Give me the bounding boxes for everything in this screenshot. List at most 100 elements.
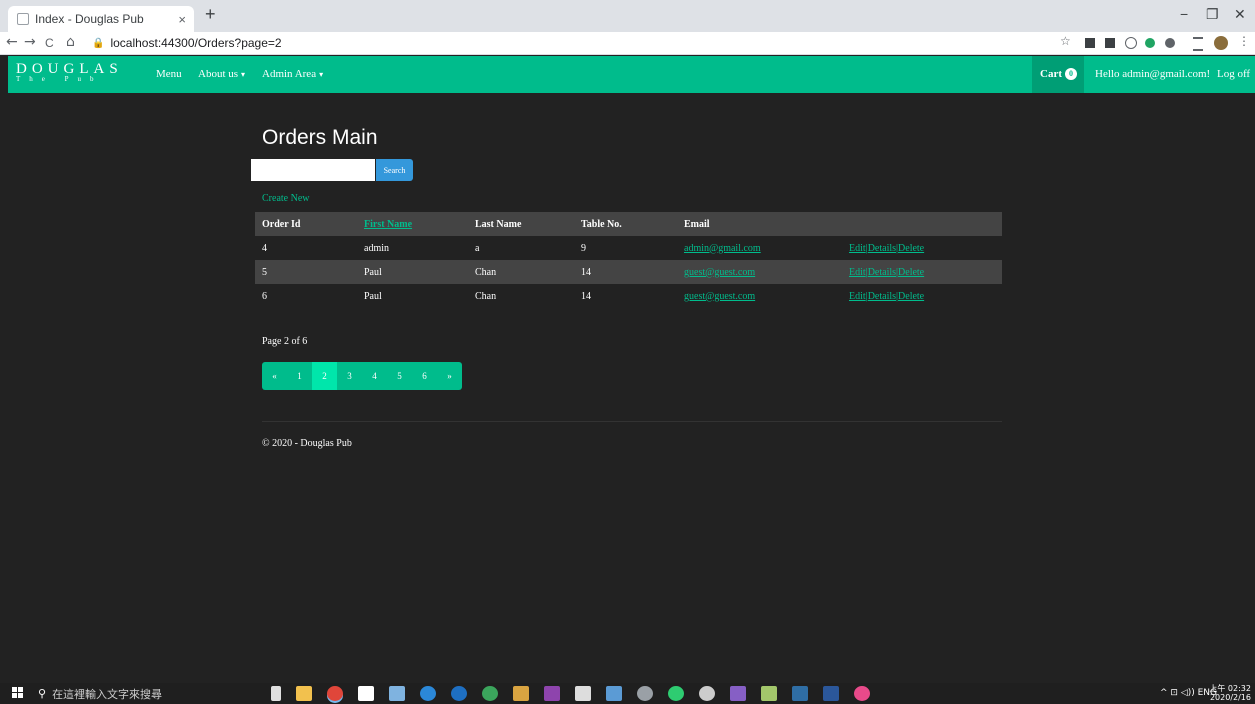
app-icon[interactable] bbox=[668, 686, 684, 701]
nav-logoff[interactable]: Log off bbox=[1217, 68, 1250, 80]
nav-hello-user[interactable]: Hello admin@gmail.com! bbox=[1095, 68, 1210, 80]
taskbar-apps bbox=[268, 686, 885, 701]
delete-link[interactable]: Delete bbox=[898, 267, 924, 278]
col-order-id: Order Id bbox=[255, 212, 357, 236]
steam-icon[interactable] bbox=[637, 686, 653, 701]
pager-page-5[interactable]: 5 bbox=[387, 362, 412, 390]
details-link[interactable]: Details bbox=[868, 291, 896, 302]
cell-table-no: 9 bbox=[581, 242, 586, 254]
extension-icon[interactable] bbox=[1085, 38, 1095, 48]
nav-menu[interactable]: Menu bbox=[156, 68, 182, 80]
menu-icon[interactable]: ⋮ bbox=[1238, 34, 1250, 48]
new-tab-icon[interactable]: + bbox=[205, 4, 216, 25]
table-header-row: Order Id First Name Last Name Table No. … bbox=[255, 212, 1002, 236]
cell-actions: Edit|Details|Delete bbox=[842, 236, 1002, 260]
app-icon[interactable] bbox=[544, 686, 560, 701]
forward-icon[interactable]: → bbox=[24, 34, 36, 50]
extension-icon[interactable] bbox=[1125, 37, 1137, 49]
nav-admin-label: Admin Area bbox=[262, 68, 317, 80]
cell-order-id: 4 bbox=[262, 242, 267, 254]
extension-icon[interactable] bbox=[1165, 38, 1175, 48]
address-bar-row: ← → C ⌂ 🔒 localhost:44300/Orders?page=2 … bbox=[0, 32, 1255, 55]
minimize-icon[interactable]: − bbox=[1180, 6, 1188, 22]
cart-count-badge: 0 bbox=[1065, 68, 1077, 81]
create-new-link[interactable]: Create New bbox=[262, 193, 309, 204]
app-icon[interactable] bbox=[389, 686, 405, 701]
taskbar-search[interactable]: ⚲ 在這裡輸入文字來搜尋 bbox=[38, 685, 258, 702]
sort-first-name-link[interactable]: First Name bbox=[364, 219, 412, 230]
app-icon[interactable] bbox=[699, 686, 715, 701]
email-link[interactable]: admin@gmail.com bbox=[684, 243, 761, 254]
email-link[interactable]: guest@guest.com bbox=[684, 291, 755, 302]
col-table-no: Table No. bbox=[574, 212, 677, 236]
divider bbox=[262, 421, 1002, 422]
extension-icon[interactable] bbox=[1105, 38, 1115, 48]
cell-first-name: admin bbox=[364, 242, 389, 254]
nav-admin-dropdown[interactable]: Admin Area ▾ bbox=[262, 68, 323, 80]
delete-link[interactable]: Delete bbox=[898, 243, 924, 254]
table-row: 4 admin a 9 admin@gmail.com Edit|Details… bbox=[255, 236, 1002, 260]
table-row: 6 Paul Chan 14 guest@guest.com Edit|Deta… bbox=[255, 284, 1002, 308]
file-explorer-icon[interactable] bbox=[296, 686, 312, 701]
app-icon[interactable] bbox=[513, 686, 529, 701]
brand-logo[interactable]: DOUGLAS The Pub bbox=[16, 61, 123, 83]
windows-start-icon[interactable] bbox=[12, 687, 24, 699]
pager-page-6[interactable]: 6 bbox=[412, 362, 437, 390]
clock-time: 上午 02:32 bbox=[1209, 684, 1251, 693]
photoshop-icon[interactable] bbox=[792, 686, 808, 701]
chrome-icon[interactable] bbox=[327, 686, 343, 701]
edit-link[interactable]: Edit bbox=[849, 243, 866, 254]
browser-tab[interactable]: Index - Douglas Pub × bbox=[8, 6, 194, 32]
reload-icon[interactable]: C bbox=[45, 36, 54, 50]
pager-page-3[interactable]: 3 bbox=[337, 362, 362, 390]
pager-prev[interactable]: « bbox=[262, 362, 287, 390]
footer-text: © 2020 - Douglas Pub bbox=[262, 438, 352, 449]
word-icon[interactable] bbox=[823, 686, 839, 701]
window-close-icon[interactable]: ✕ bbox=[1234, 6, 1246, 23]
bookmark-star-icon[interactable]: ☆ bbox=[1060, 34, 1071, 48]
search-input[interactable] bbox=[251, 159, 375, 181]
cell-table-no: 14 bbox=[574, 260, 677, 284]
back-icon[interactable]: ← bbox=[6, 34, 18, 50]
tab-title: Index - Douglas Pub bbox=[35, 12, 144, 26]
details-link[interactable]: Details bbox=[868, 267, 896, 278]
reading-list-icon[interactable] bbox=[1193, 37, 1203, 51]
edit-link[interactable]: Edit bbox=[849, 267, 866, 278]
avatar[interactable] bbox=[1214, 36, 1228, 50]
tab-close-icon[interactable]: × bbox=[178, 12, 186, 27]
app-icon[interactable] bbox=[606, 686, 622, 701]
cart-button[interactable]: Cart 0 bbox=[1032, 56, 1084, 93]
home-icon[interactable]: ⌂ bbox=[66, 34, 75, 50]
nav-about-dropdown[interactable]: About us ▾ bbox=[198, 68, 245, 80]
favicon-icon bbox=[17, 13, 29, 25]
ie-icon[interactable] bbox=[451, 686, 467, 701]
pager-page-4[interactable]: 4 bbox=[362, 362, 387, 390]
app-icon[interactable] bbox=[854, 686, 870, 701]
edge-icon[interactable] bbox=[420, 686, 436, 701]
extension-icon[interactable] bbox=[1145, 38, 1155, 48]
email-link[interactable]: guest@guest.com bbox=[684, 267, 755, 278]
cell-actions: Edit|Details|Delete bbox=[842, 260, 1002, 284]
edit-link[interactable]: Edit bbox=[849, 291, 866, 302]
omnibox[interactable]: 🔒 localhost:44300/Orders?page=2 bbox=[92, 34, 1052, 52]
app-icon[interactable] bbox=[761, 686, 777, 701]
pager-next[interactable]: » bbox=[437, 362, 462, 390]
pager-page-1[interactable]: 1 bbox=[287, 362, 312, 390]
cart-label: Cart bbox=[1040, 68, 1062, 80]
pager-page-2[interactable]: 2 bbox=[312, 362, 337, 390]
system-clock[interactable]: 上午 02:32 2020/2/16 bbox=[1209, 684, 1251, 702]
task-view-icon[interactable] bbox=[271, 686, 281, 701]
restore-icon[interactable]: ❐ bbox=[1206, 6, 1219, 23]
details-link[interactable]: Details bbox=[868, 243, 896, 254]
col-first-name: First Name bbox=[357, 212, 468, 236]
col-last-name: Last Name bbox=[468, 212, 574, 236]
store-icon[interactable] bbox=[575, 686, 591, 701]
page-info: Page 2 of 6 bbox=[262, 336, 308, 347]
cell-order-id: 5 bbox=[255, 260, 357, 284]
delete-link[interactable]: Delete bbox=[898, 291, 924, 302]
app-icon[interactable] bbox=[482, 686, 498, 701]
visual-studio-icon[interactable] bbox=[730, 686, 746, 701]
cell-last-name: Chan bbox=[468, 260, 574, 284]
search-button[interactable]: Search bbox=[376, 159, 413, 181]
mail-icon[interactable] bbox=[358, 686, 374, 701]
